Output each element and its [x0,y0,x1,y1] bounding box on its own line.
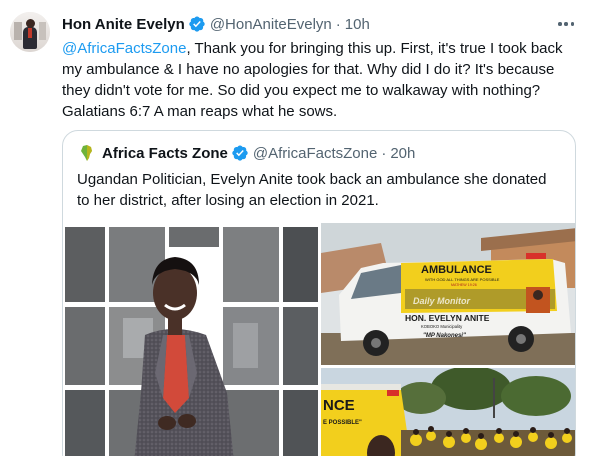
tweet-header: Hon Anite Evelyn @HonAniteEvelyn · 10h [62,14,370,34]
header-separator: · [335,15,341,33]
donor-name: HON. EVELYN ANITE [405,313,490,323]
photo-crowd[interactable]: NCE E POSSIBLE" [321,368,575,456]
donor-place: KOBOKO Municipality [421,324,463,329]
ambulance-label: AMBULANCE [421,264,492,276]
verified-badge-icon [189,16,205,32]
author-handle[interactable]: @HonAniteEvelyn [210,16,332,33]
tweet[interactable]: Hon Anite Evelyn @HonAniteEvelyn · 10h @… [0,0,592,456]
quoted-tweet[interactable]: Africa Facts Zone @AfricaFactsZone · 20h… [62,130,576,456]
author-avatar[interactable] [10,12,50,52]
ambulance-verse: MATHEW 19:26 [451,283,477,287]
mention-link[interactable]: @AfricaFactsZone [62,40,186,57]
crowd-ambulance-slogan: E POSSIBLE" [323,420,362,426]
africa-facts-zone-avatar[interactable] [77,143,97,163]
quoted-author-handle[interactable]: @AfricaFactsZone [253,145,377,162]
watermark-text: Daily Monitor [413,296,470,306]
more-options-icon[interactable] [556,16,576,32]
tweet-timestamp[interactable]: 10h [345,16,370,33]
quoted-tweet-header: Africa Facts Zone @AfricaFactsZone · 20h [77,143,415,163]
photo-ambulance[interactable]: AMBULANCE WITH GOD ALL THINGS ARE POSSIB… [321,223,575,365]
quoted-header-separator: · [381,144,387,162]
quoted-tweet-text: Ugandan Politician, Evelyn Anite took ba… [77,171,547,209]
quoted-timestamp[interactable]: 20h [390,145,415,162]
quoted-verified-badge-icon [232,145,248,161]
photo-politician-portrait[interactable] [63,223,318,456]
tweet-text: @AfricaFactsZone, Thank you for bringing… [62,38,582,122]
author-name[interactable]: Hon Anite Evelyn [62,16,185,33]
crowd-ambulance-label: NCE [323,397,355,414]
quoted-author-name[interactable]: Africa Facts Zone [102,145,228,162]
donor-nickname: "MP Nakonesi" [423,333,466,339]
ambulance-slogan: WITH GOD ALL THINGS ARE POSSIBLE [425,277,500,282]
quoted-media-grid: AMBULANCE WITH GOD ALL THINGS ARE POSSIB… [63,223,575,456]
